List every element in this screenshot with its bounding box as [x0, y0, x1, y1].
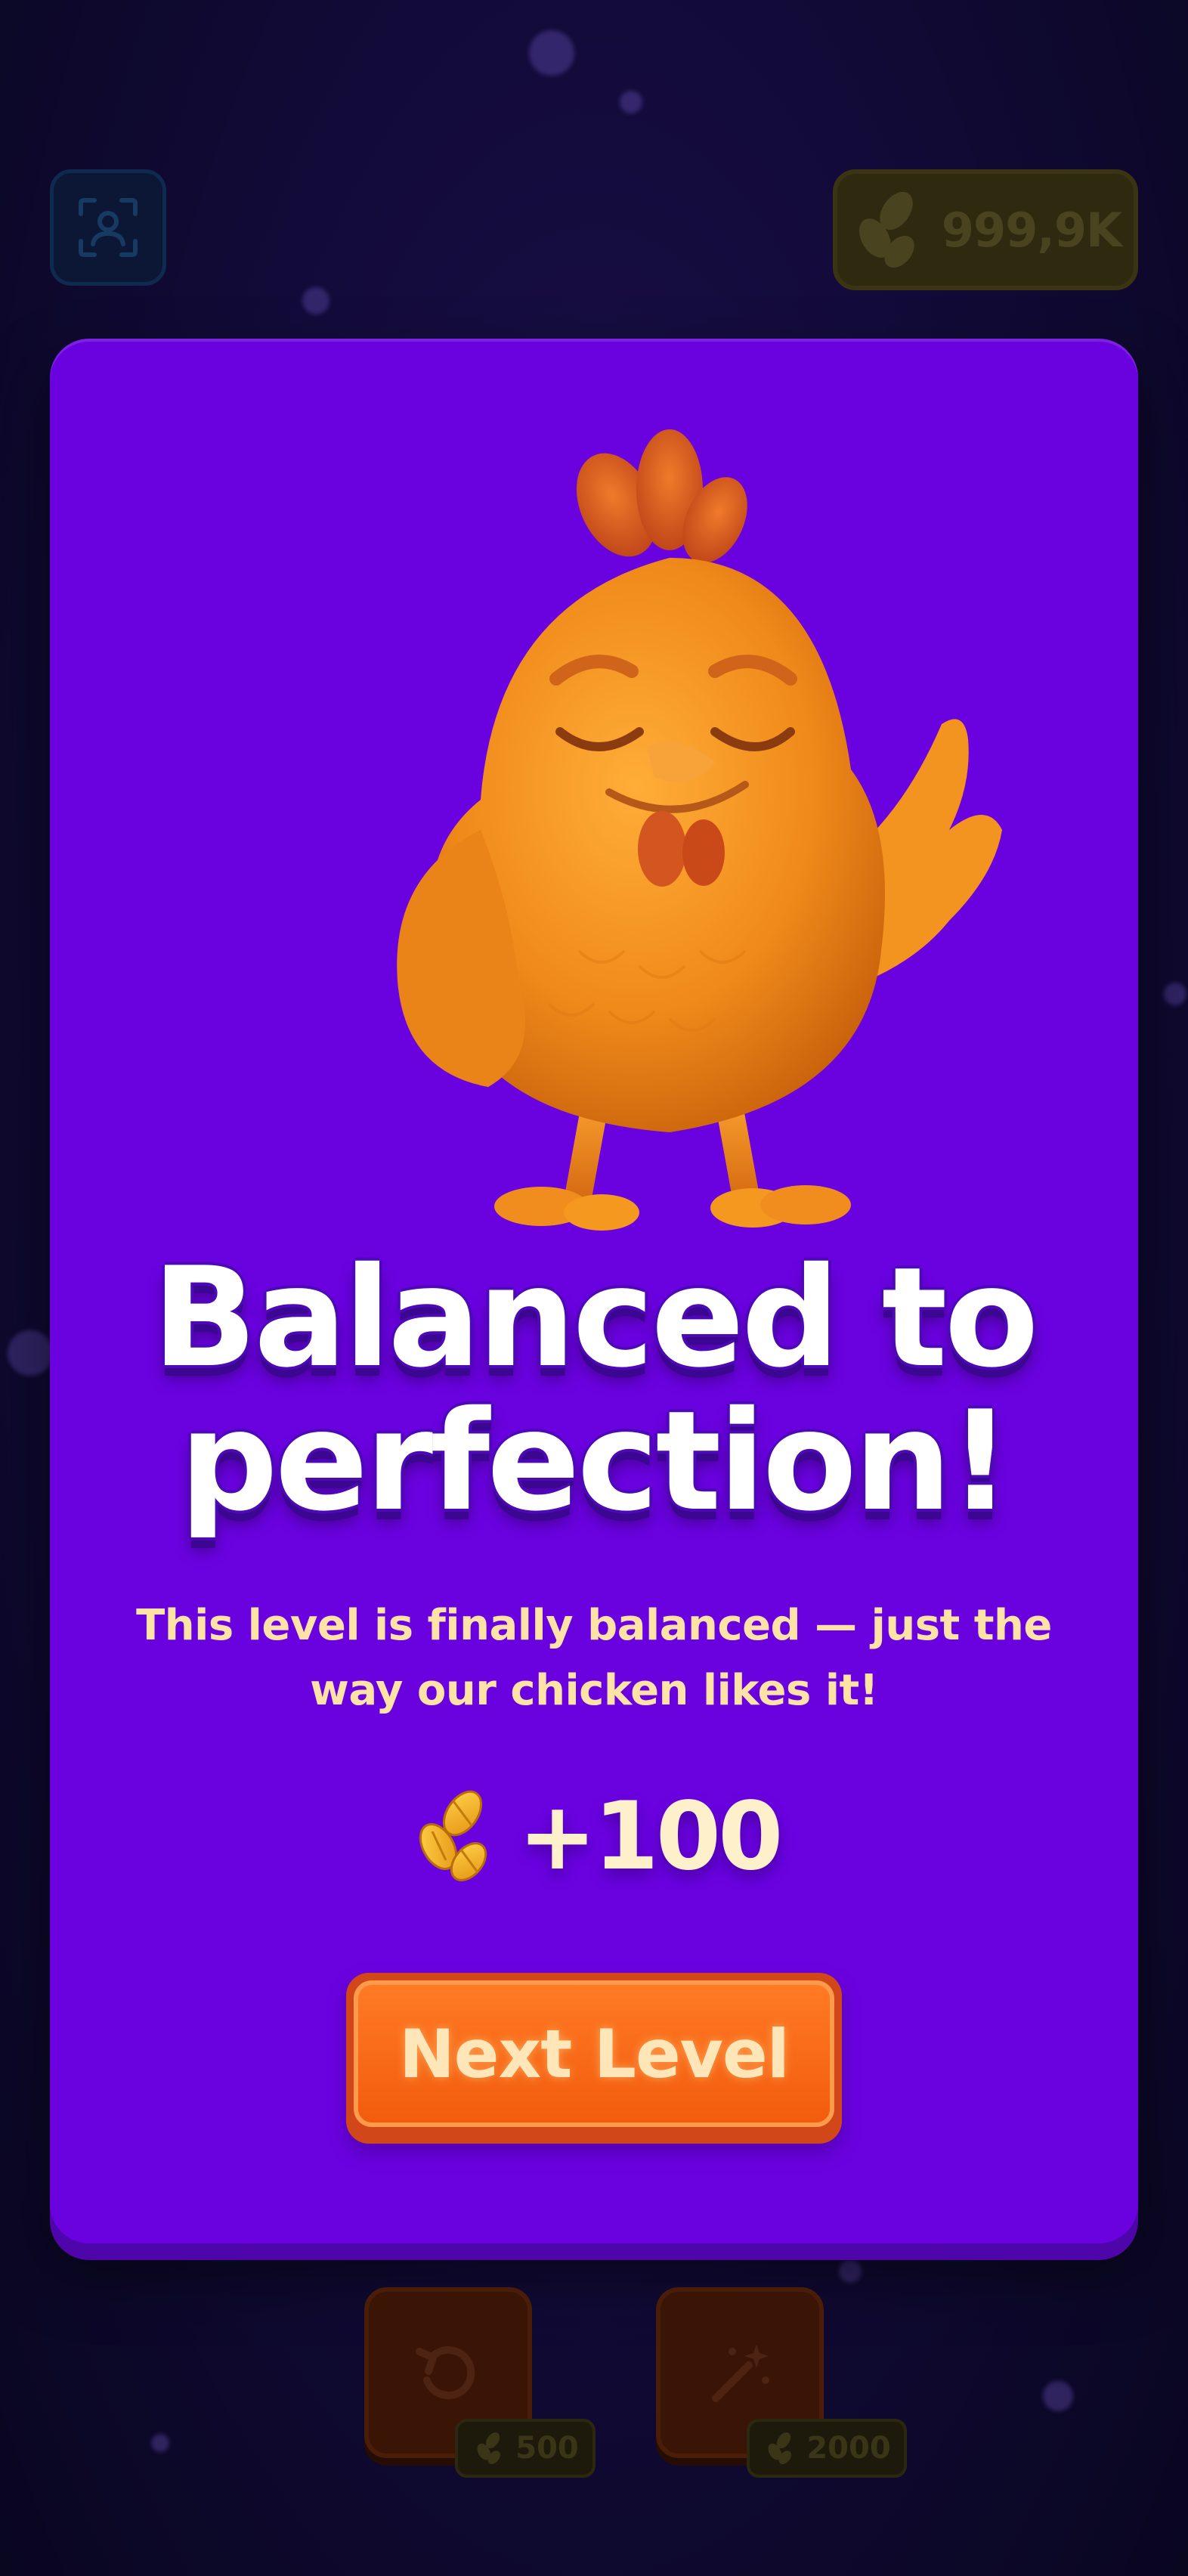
- seeds-icon: [859, 191, 914, 268]
- profile-scan-icon: [79, 198, 138, 257]
- reward-display: +100: [50, 1782, 1138, 1891]
- undo-cost: 500: [515, 2431, 579, 2466]
- currency-amount: 999,9K: [941, 202, 1122, 258]
- level-complete-message: This level is finally balanced — just th…: [110, 1593, 1078, 1723]
- magic-wand-icon: [712, 2344, 769, 2402]
- magic-wand-cost-badge: 2000: [747, 2419, 907, 2478]
- level-complete-title: Balanced to perfection!: [50, 1246, 1138, 1533]
- message-line-1: This level is finally balanced — just th…: [136, 1601, 1052, 1650]
- magic-wand-cost: 2000: [806, 2431, 891, 2466]
- title-line-1: Balanced to: [152, 1237, 1038, 1398]
- title-line-2: perfection!: [179, 1381, 1012, 1541]
- profile-button[interactable]: [50, 169, 166, 286]
- reward-amount: +100: [518, 1782, 784, 1891]
- next-level-button[interactable]: Next Level: [346, 1973, 842, 2144]
- seeds-icon: [419, 1790, 487, 1881]
- message-line-2: way our chicken likes it!: [310, 1666, 878, 1715]
- undo-icon: [416, 2346, 475, 2400]
- chicken-illustration: [292, 407, 1032, 1276]
- seeds-icon: [477, 2432, 501, 2464]
- next-level-label: Next Level: [399, 2014, 790, 2093]
- seeds-icon: [768, 2432, 792, 2464]
- level-complete-modal: Balanced to perfection! This level is fi…: [50, 339, 1138, 2243]
- currency-counter[interactable]: 999,9K: [833, 169, 1138, 290]
- undo-cost-badge: 500: [455, 2419, 596, 2478]
